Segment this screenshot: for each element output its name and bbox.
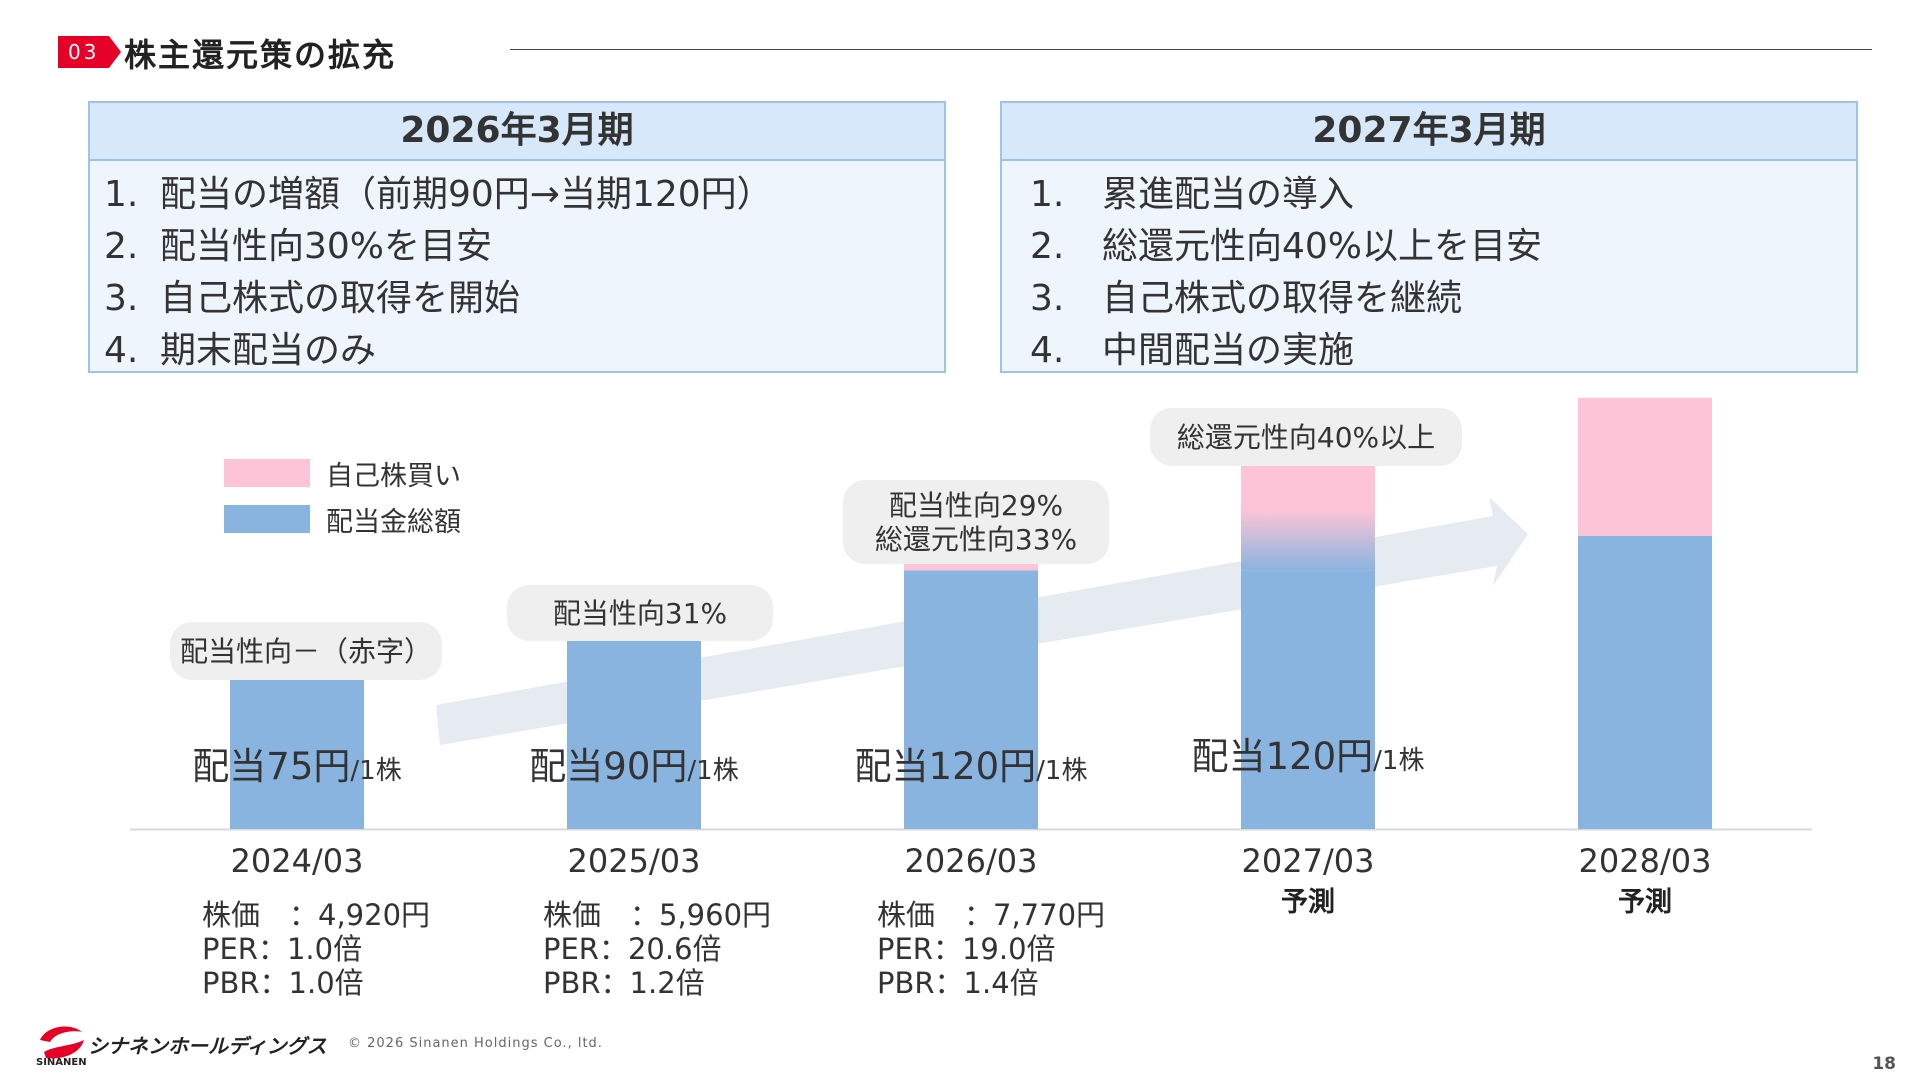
ratio-callout: 総還元性向40%以上 [1150, 408, 1462, 466]
x-tick-label: 2026/03 [905, 842, 1038, 880]
stock-pbr: PBR：1.2倍 [543, 966, 705, 1000]
dividend-per-share-label: 配当120円/1株 [1192, 735, 1425, 778]
callout-text: 総還元性向40%以上 [1177, 421, 1435, 454]
chart-legend: 自己株買い 配当金総額 [224, 450, 461, 542]
dividend-amount: 配当120円 [855, 745, 1037, 788]
x-tick-label: 2028/03 [1579, 842, 1712, 880]
dividend-per-share-label: 配当90円/1株 [529, 745, 738, 788]
bar-fade-2027/03 [1241, 510, 1375, 571]
page-number: 18 [1872, 1054, 1896, 1074]
stock-price: 株価 ：7,770円 [877, 898, 1106, 932]
legend-label-buyback: 自己株買い [326, 460, 461, 492]
dividend-amount: 配当75円 [192, 745, 350, 788]
ratio-callout: 配当性向－（赤字） [170, 622, 442, 680]
legend-label-dividend: 配当金総額 [326, 506, 461, 538]
dividend-unit: /1株 [350, 756, 401, 786]
callout-text: 配当性向29% [889, 489, 1063, 522]
legend-swatch-dividend [224, 505, 310, 533]
callout-text: 配当性向－（赤字） [180, 635, 432, 668]
dividend-unit: /1株 [1036, 756, 1087, 786]
callout-text: 配当性向31% [553, 597, 727, 630]
forecast-note-2027: 予測 [1281, 887, 1335, 918]
dividend-amount: 配当120円 [1192, 735, 1374, 778]
dividend-per-share-label: 配当75円/1株 [192, 745, 401, 788]
bar-buyback-2028/03 [1578, 397, 1712, 536]
stock-per: PER：20.6倍 [543, 932, 722, 966]
forecast-note-2028: 予測 [1618, 887, 1672, 918]
stock-stats-2026: 株価 ：7,770円 PER：19.0倍 PBR：1.4倍 [877, 898, 1105, 1000]
stock-stats-2025: 株価 ：5,960円 PER：20.6倍 PBR：1.2倍 [543, 898, 771, 1000]
stock-pbr: PBR：1.0倍 [202, 966, 364, 1000]
x-tick-label: 2025/03 [568, 842, 701, 880]
dividend-unit: /1株 [1373, 746, 1424, 776]
legend-swatch-buyback [224, 459, 310, 487]
ratio-callout: 配当性向29%総還元性向33% [843, 480, 1109, 564]
legend-item-buyback: 自己株買い [224, 450, 461, 496]
bar-dividend-2027/03 [1241, 570, 1375, 829]
stock-pbr: PBR：1.4倍 [877, 966, 1039, 1000]
bar-dividend-2026/03 [904, 570, 1038, 829]
ratio-callout: 配当性向31% [507, 585, 773, 641]
dividend-per-share-label: 配当120円/1株 [855, 745, 1088, 788]
x-tick-label: 2024/03 [231, 842, 364, 880]
callout-text: 総還元性向33% [875, 523, 1077, 556]
bar-dividend-2028/03 [1578, 535, 1712, 829]
stock-per: PER：19.0倍 [877, 932, 1056, 966]
dividend-unit: /1株 [687, 756, 738, 786]
legend-item-dividend: 配当金総額 [224, 496, 461, 542]
copyright: © 2026 Sinanen Holdings Co., ltd. [348, 1036, 603, 1051]
company-name-en: SINANEN [36, 1057, 87, 1068]
company-name: シナネンホールディングス [88, 1034, 327, 1058]
stock-price: 株価 ：4,920円 [202, 898, 431, 932]
stock-stats-2024: 株価 ：4,920円 PER：1.0倍 PBR：1.0倍 [202, 898, 430, 1000]
x-tick-label: 2027/03 [1242, 842, 1375, 880]
stock-per: PER：1.0倍 [202, 932, 363, 966]
dividend-amount: 配当90円 [529, 745, 687, 788]
bar-dividend-2025/03 [567, 633, 701, 829]
stock-price: 株価 ：5,960円 [543, 898, 772, 932]
